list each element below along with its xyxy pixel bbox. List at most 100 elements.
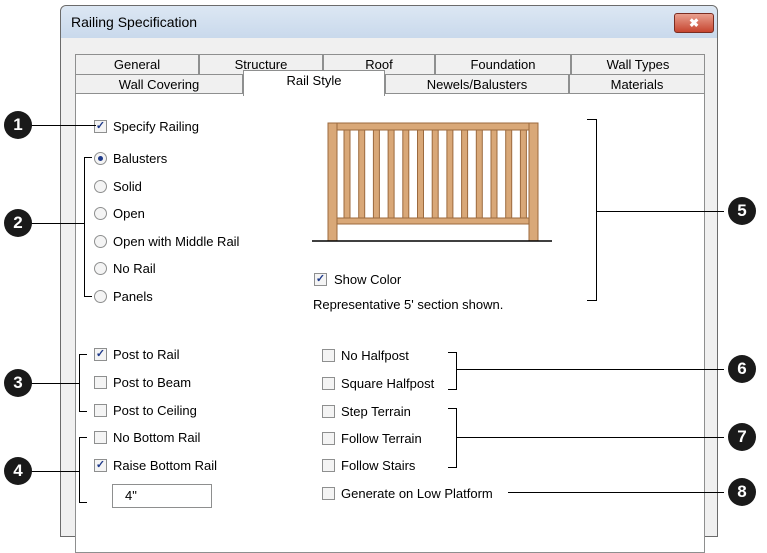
- tab-wall-types[interactable]: Wall Types: [571, 54, 705, 74]
- baluster: [372, 129, 380, 219]
- callout-2-leader: [30, 223, 84, 224]
- halfpost-option-label: No Halfpost: [341, 348, 409, 363]
- terrain-option-checkbox[interactable]: [322, 405, 335, 418]
- post-option-label: Post to Ceiling: [113, 403, 197, 418]
- halfpost-option-checkbox[interactable]: [322, 377, 335, 390]
- post-option-checkbox[interactable]: [94, 404, 107, 417]
- bracket-5-top: [587, 119, 596, 120]
- rail-type-label: No Rail: [113, 261, 156, 277]
- tab-rail-style[interactable]: Rail Style: [243, 70, 385, 96]
- callout-8-leader: [508, 492, 724, 493]
- callout-4: 4: [4, 457, 32, 485]
- right-post: [528, 122, 539, 242]
- railing-preview: [312, 122, 552, 242]
- bracket-3-bottom: [79, 411, 87, 412]
- show-color-label: Show Color: [334, 272, 402, 287]
- terrain-option-checkbox[interactable]: [322, 432, 335, 445]
- bracket-7-bottom: [448, 467, 456, 468]
- bracket-2: [84, 157, 85, 297]
- callout-2: 2: [4, 209, 32, 237]
- tab-wall-covering[interactable]: Wall Covering: [75, 74, 243, 94]
- close-icon: ✖: [688, 16, 700, 30]
- show-color-checkbox[interactable]: ✓: [314, 273, 327, 286]
- rail-type-radio[interactable]: [94, 234, 107, 248]
- bracket-7: [456, 408, 457, 468]
- rail-type-radio[interactable]: [94, 290, 107, 303]
- tab-label: Wall Covering: [118, 77, 200, 92]
- dialog-title: Railing Specification: [71, 14, 198, 30]
- tab-materials[interactable]: Materials: [569, 74, 705, 94]
- bracket-6-bottom: [448, 389, 456, 390]
- bottom-rail-option-label: Raise Bottom Rail: [113, 458, 218, 473]
- rail-type-radio[interactable]: [94, 179, 107, 193]
- callout-1: 1: [4, 111, 32, 139]
- top-rail: [327, 122, 539, 131]
- rail-type-label: Balusters: [113, 151, 168, 166]
- bracket-6-top: [448, 352, 456, 353]
- tab-label: Rail Style: [286, 73, 342, 88]
- bottom-rail: [327, 217, 539, 225]
- tab-label: Newels/Balusters: [426, 77, 528, 92]
- callout-3-leader: [30, 383, 79, 384]
- callout-7-leader: [456, 437, 724, 438]
- callout-6-leader: [456, 369, 724, 370]
- tab-label: General: [113, 57, 161, 72]
- rail-type-label: Solid: [113, 178, 142, 194]
- baluster: [475, 129, 483, 219]
- bracket-6: [456, 352, 457, 390]
- bracket-2-bottom: [84, 296, 92, 297]
- rail-type-label: Panels: [113, 289, 153, 304]
- bottom-rail-option-label: No Bottom Rail: [113, 430, 201, 445]
- baluster: [446, 129, 454, 219]
- bracket-3: [79, 354, 80, 412]
- close-button[interactable]: ✖: [674, 13, 714, 33]
- baluster: [358, 129, 366, 219]
- tab-label: Wall Types: [606, 57, 670, 72]
- baluster: [402, 129, 410, 219]
- bracket-4-bottom: [79, 502, 87, 503]
- callout-8: 8: [728, 478, 756, 506]
- preview-caption: Representative 5' section shown.: [313, 297, 504, 312]
- baluster: [505, 129, 513, 219]
- callout-7: 7: [728, 423, 756, 451]
- post-option-checkbox[interactable]: [94, 376, 107, 389]
- terrain-option-label: Follow Stairs: [341, 458, 416, 473]
- rail-type-label: Open with Middle Rail: [113, 233, 240, 249]
- tab-newels-balusters[interactable]: Newels/Balusters: [385, 74, 569, 94]
- baluster: [461, 129, 469, 219]
- callout-5: 5: [728, 197, 756, 225]
- specify-railing-label: Specify Railing: [113, 119, 199, 134]
- bracket-5: [596, 119, 597, 301]
- raise-bottom-rail-input[interactable]: 4": [112, 484, 212, 508]
- bracket-4-top: [79, 437, 87, 438]
- post-option-label: Post to Beam: [113, 375, 192, 390]
- rail-type-radio[interactable]: [94, 152, 107, 165]
- tab-foundation[interactable]: Foundation: [435, 54, 571, 74]
- left-post: [327, 122, 338, 242]
- terrain-option-checkbox[interactable]: [322, 459, 335, 472]
- baluster: [490, 129, 498, 219]
- baluster: [387, 129, 395, 219]
- callout-6: 6: [728, 355, 756, 383]
- callout-3: 3: [4, 369, 32, 397]
- baluster: [343, 129, 351, 219]
- baluster: [519, 129, 527, 219]
- callout-5-leader: [596, 211, 724, 212]
- bracket-2-top: [84, 157, 92, 158]
- low-platform-checkbox[interactable]: [322, 487, 335, 500]
- specify-railing-checkbox[interactable]: ✓: [94, 120, 107, 133]
- balusters: [343, 129, 527, 219]
- callout-4-leader: [30, 471, 79, 472]
- bracket-4: [79, 437, 80, 503]
- bracket-7-top: [448, 408, 456, 409]
- bottom-rail-option-checkbox[interactable]: [94, 431, 107, 444]
- tab-general[interactable]: General: [75, 54, 199, 74]
- post-option-checkbox[interactable]: ✓: [94, 348, 107, 361]
- baluster: [417, 129, 424, 219]
- bracket-5-bottom: [587, 300, 596, 301]
- bottom-rail-option-checkbox[interactable]: ✓: [94, 459, 107, 472]
- rail-type-label: Open: [113, 206, 145, 222]
- halfpost-option-label: Square Halfpost: [341, 376, 435, 391]
- post-option-label: Post to Rail: [113, 347, 180, 362]
- halfpost-option-checkbox[interactable]: [322, 349, 335, 362]
